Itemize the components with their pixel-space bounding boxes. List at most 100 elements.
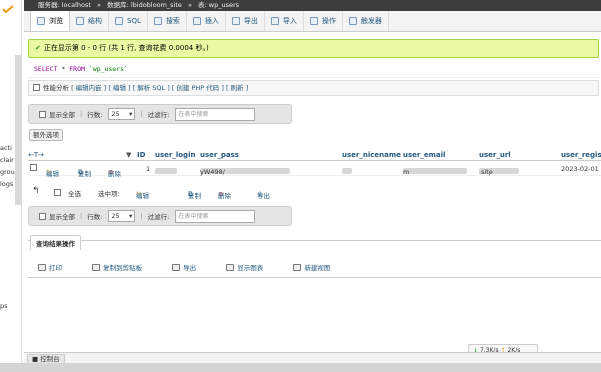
divider: | [140,212,143,220]
footer-bar: ■ 控制台 [24,352,601,364]
export-button[interactable]: 导出 [172,264,210,272]
redacted-block [403,168,467,174]
tab-label: 触发器 [360,17,382,25]
message-text: 正在显示第 0 - 0 行 (共 1 行, 查询花费 0.0004 秒。) [43,44,209,52]
filter-input[interactable]: 在表中搜索 [175,107,256,121]
qro-title: 查询结果操作 [30,235,81,250]
horizontal-scrollbar[interactable] [0,363,601,372]
col-user-pass[interactable]: user_pass [200,151,239,159]
col-user-nicename[interactable]: user_nicename [342,151,401,159]
tab-label: 导出 [243,17,258,25]
breadcrumb-server[interactable]: 服务器: localhost [38,1,91,9]
tab-label: 搜索 [165,17,180,25]
col-user-email[interactable]: user_email [403,151,445,159]
clipboard-icon [92,264,101,271]
cell-id: 1 [146,165,151,173]
tab-search[interactable]: 搜索 [148,11,187,31]
check-all-label[interactable]: 全选 [68,188,81,198]
nav-item[interactable]: grou [0,168,15,176]
sql-from: FROM [69,65,85,73]
tab-label: SQL [127,17,141,25]
tab-browse[interactable]: 浏览 [30,11,70,31]
breadcrumb-database[interactable]: 数据库: lbidobloom_site [107,1,182,9]
profiling-links[interactable]: [ 编辑内嵌 ] [ 编辑 ] [ 解析 SQL ] [ 创建 PHP 代码 ]… [71,84,248,92]
table-row: ✎ 编辑 ⧉ 复制 ⊖ 删除 1 k $P$Bz2yW498/ 1m https… [28,162,601,178]
create-view-button[interactable]: 新建视图 [293,264,344,272]
breadcrumb-sep: » [97,1,101,9]
bulk-copy-label: 复制 [188,192,201,200]
rows-value: 25 [111,110,120,118]
copy-clipboard-button[interactable]: 复制到剪贴板 [92,264,156,272]
row-checkbox[interactable] [30,164,37,171]
breadcrumb-table[interactable]: 表: wp_users [198,1,239,9]
check-all-checkbox[interactable] [54,189,61,196]
tab-export[interactable]: 导出 [226,11,265,31]
sql-star: * [61,65,66,73]
col-user-registered[interactable]: user_registe [561,151,601,159]
bulk-delete-label: 删除 [218,192,231,200]
col-user-url[interactable]: user_url [479,151,511,159]
show-all-checkbox[interactable] [39,110,46,118]
triggers-icon [348,17,357,25]
nav-item[interactable]: ps [0,302,8,310]
tab-insert[interactable]: 插入 [187,11,226,31]
rows-select[interactable]: 25 ▾ [108,210,136,222]
export-label: 导出 [183,264,197,272]
redacted-block [155,168,177,174]
chevron-down-icon: ▾ [129,212,133,220]
profiling-label: 性能分析 [43,84,69,92]
tab-structure[interactable]: 结构 [70,11,109,31]
bulk-export-label: 导出 [257,192,270,200]
rows-label: 行数: [87,213,103,221]
tab-triggers[interactable]: 触发器 [343,11,389,31]
sql-query: SELECT * FROM `wp_users` [28,60,599,78]
filter-label: 过滤行: [147,213,170,221]
show-all-checkbox[interactable] [39,212,46,220]
divider: | [80,110,83,118]
col-id[interactable]: ID [137,151,145,159]
tab-label: 导入 [282,17,297,25]
rows-value: 25 [111,212,120,220]
wrench-icon [309,17,318,25]
cell-url-end: .site [479,168,493,176]
export-icon [172,264,181,271]
bulk-edit-label: 编辑 [136,192,149,200]
nav-item[interactable]: logs [0,180,13,188]
rows-select[interactable]: 25 ▾ [108,108,136,120]
chart-icon [226,264,235,271]
profiling-bar: 性能分析 [ 编辑内嵌 ] [ 编辑 ] [ 解析 SQL ] [ 创建 PHP… [28,80,599,96]
print-button[interactable]: 打印 [38,264,76,272]
extra-options-button[interactable]: 额外选项 [29,129,63,141]
filter-input[interactable]: 在表中搜索 [175,209,256,223]
bottom-nav-box: 显示全部 | 行数: 25 ▾ | 过滤行: 在表中搜索 [28,206,292,226]
display-chart-button[interactable]: 显示图表 [226,264,277,272]
with-selected-label: 选中项: [98,190,120,198]
tab-operations[interactable]: 操作 [304,11,343,31]
tab-label: 浏览 [49,17,63,25]
nav-item[interactable]: clair [0,156,14,164]
arrow-up-icon: ↰ [32,186,40,196]
table-header: ←T→ ▼ ID user_login user_pass user_nicen… [28,150,601,161]
nav-logo-icon [2,5,14,13]
row-copy-label: 复制 [78,170,91,178]
sql-icon [115,17,123,25]
nav-item[interactable]: acti [0,144,12,152]
tab-import[interactable]: 导入 [265,11,304,31]
redacted-block [342,168,352,174]
browse-icon [37,17,45,25]
chevron-down-icon: ▾ [129,110,133,118]
filter-label: 过滤行: [147,111,170,119]
structure-icon [76,17,84,25]
display-chart-label: 显示图表 [237,264,264,272]
qro-links: 打印 复制到剪贴板 导出 显示图表 新建视图 [38,262,358,272]
left-nav-scrollbar[interactable] [15,55,21,205]
tab-sql[interactable]: SQL [109,11,148,31]
print-icon [38,264,46,271]
tab-label: 操作 [321,17,336,25]
col-user-login[interactable]: user_login [155,151,195,159]
column-arrows[interactable]: ←T→ [28,151,44,159]
divider: | [80,212,83,220]
profiling-checkbox[interactable] [33,84,40,91]
sql-table: `wp_users` [88,65,128,73]
check-icon: ✔ [35,44,41,52]
